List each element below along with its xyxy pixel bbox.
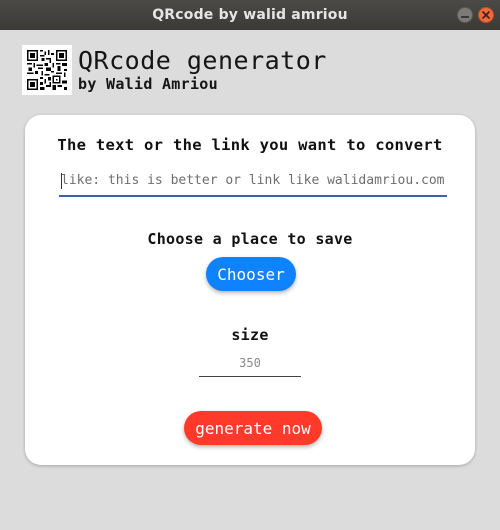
text-input[interactable] xyxy=(59,165,447,197)
chooser-button[interactable]: Chooser xyxy=(206,257,296,291)
text-cursor xyxy=(61,173,62,189)
close-button[interactable] xyxy=(478,7,494,23)
app-title: QRcode generator xyxy=(78,46,327,75)
window-titlebar[interactable]: QRcode by walid amriou xyxy=(0,0,500,30)
minimize-button[interactable] xyxy=(457,7,473,23)
size-input[interactable] xyxy=(199,349,301,377)
minimize-icon xyxy=(461,16,469,18)
size-label: size xyxy=(231,326,269,344)
close-icon xyxy=(482,11,490,19)
window-title: QRcode by walid amriou xyxy=(152,7,348,23)
header-text: QRcode generator by Walid Amriou xyxy=(78,46,327,94)
generate-button[interactable]: generate now xyxy=(184,411,322,445)
app-author: by Walid Amriou xyxy=(78,75,218,93)
form-card: The text or the link you want to convert… xyxy=(25,115,475,465)
qr-code-icon xyxy=(27,50,67,90)
app-header: QRcode generator by Walid Amriou xyxy=(22,45,327,95)
logo xyxy=(22,45,72,95)
save-place-label: Choose a place to save xyxy=(147,230,353,248)
text-input-label: The text or the link you want to convert xyxy=(57,136,443,154)
